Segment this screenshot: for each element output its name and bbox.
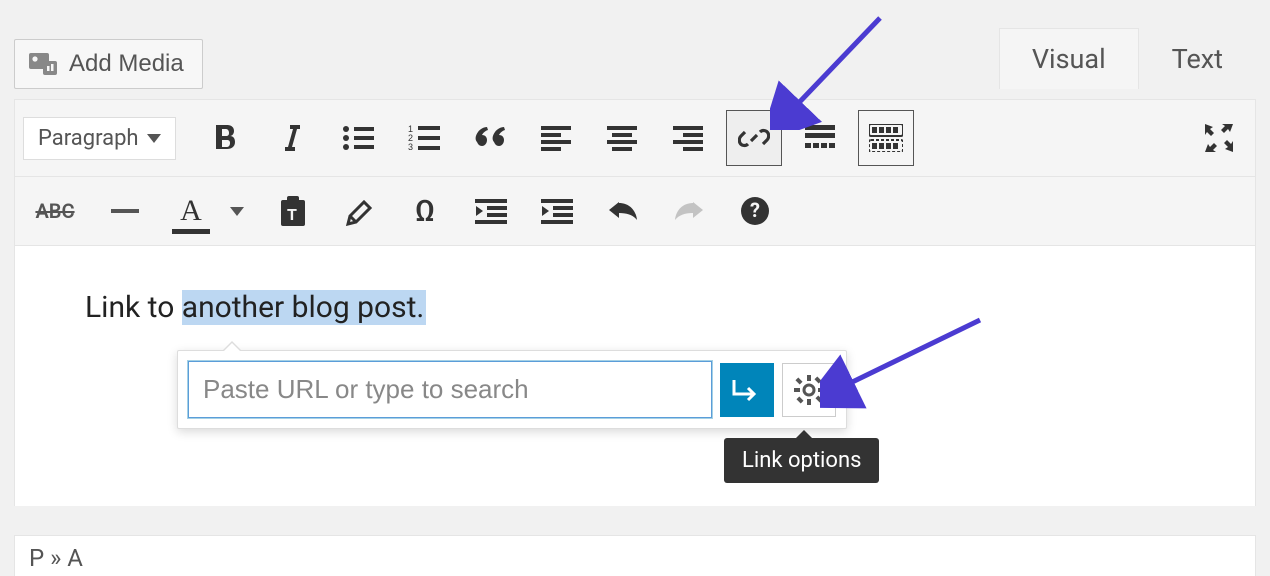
link-inline-popup bbox=[177, 350, 847, 429]
caret-down-icon bbox=[230, 207, 244, 216]
paste-text-button[interactable]: T bbox=[265, 183, 321, 239]
add-media-label: Add Media bbox=[69, 50, 184, 78]
text-color-dropdown[interactable] bbox=[223, 191, 251, 231]
link-options-button[interactable] bbox=[782, 363, 836, 417]
special-character-button[interactable]: Ω bbox=[397, 183, 453, 239]
outdent-button[interactable] bbox=[463, 183, 519, 239]
help-button[interactable]: ? bbox=[727, 183, 783, 239]
text-color-icon: A bbox=[174, 194, 208, 228]
content-selected-text: another blog post bbox=[182, 290, 417, 325]
clear-formatting-button[interactable] bbox=[331, 183, 387, 239]
editor-tabs: Visual Text bbox=[999, 28, 1256, 89]
horizontal-rule-button[interactable] bbox=[97, 183, 153, 239]
gear-icon bbox=[794, 375, 824, 405]
align-left-button[interactable] bbox=[528, 110, 584, 166]
indent-button[interactable] bbox=[529, 183, 585, 239]
align-center-button[interactable] bbox=[594, 110, 650, 166]
strikethrough-button[interactable]: ABC bbox=[23, 183, 87, 239]
content-text-prefix: Link to bbox=[85, 290, 182, 325]
caret-down-icon bbox=[147, 134, 161, 143]
apply-link-button[interactable] bbox=[720, 363, 774, 417]
element-path[interactable]: P » A bbox=[14, 535, 1256, 576]
blockquote-button[interactable] bbox=[462, 110, 518, 166]
undo-button[interactable] bbox=[595, 183, 651, 239]
insert-more-button[interactable] bbox=[792, 110, 848, 166]
format-select-label: Paragraph bbox=[38, 126, 139, 151]
format-select[interactable]: Paragraph bbox=[23, 117, 176, 160]
redo-button[interactable] bbox=[661, 183, 717, 239]
numbered-list-button[interactable]: 123 bbox=[396, 110, 452, 166]
bold-button[interactable] bbox=[198, 110, 254, 166]
editor-toolbar: Paragraph 123 bbox=[14, 99, 1256, 246]
italic-button[interactable] bbox=[264, 110, 320, 166]
media-icon bbox=[29, 51, 59, 77]
align-right-button[interactable] bbox=[660, 110, 716, 166]
link-options-tooltip: Link options bbox=[724, 438, 879, 483]
svg-text:3: 3 bbox=[408, 142, 413, 152]
insert-link-button[interactable] bbox=[726, 110, 782, 166]
link-url-input[interactable] bbox=[188, 361, 712, 418]
svg-text:?: ? bbox=[750, 198, 760, 222]
svg-text:T: T bbox=[287, 205, 297, 224]
bullet-list-button[interactable] bbox=[330, 110, 386, 166]
fullscreen-button[interactable] bbox=[1191, 110, 1247, 166]
toolbar-toggle-button[interactable] bbox=[858, 110, 914, 166]
text-color-button[interactable]: A bbox=[163, 183, 219, 239]
tab-visual[interactable]: Visual bbox=[999, 28, 1139, 89]
content-text-suffix: . bbox=[416, 290, 426, 325]
add-media-button[interactable]: Add Media bbox=[14, 39, 203, 89]
tab-text[interactable]: Text bbox=[1139, 28, 1256, 89]
